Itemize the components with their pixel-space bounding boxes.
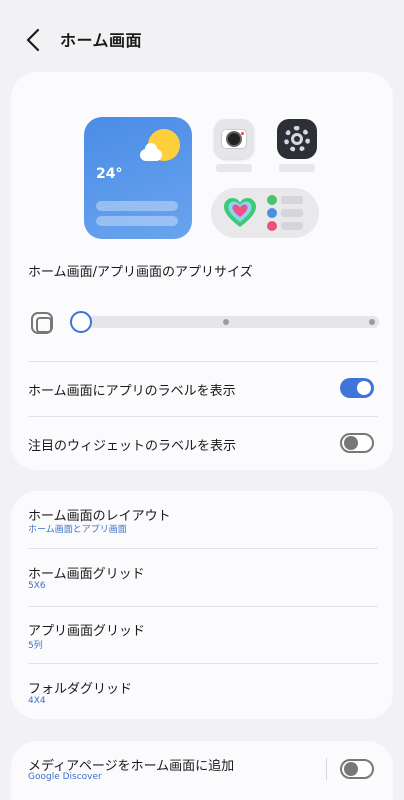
app-label-placeholder — [279, 164, 315, 172]
weather-placeholder-bar — [96, 216, 178, 226]
app-size-slider-thumb[interactable] — [70, 311, 92, 333]
weather-widget-preview: 24° — [84, 117, 192, 239]
divider — [326, 758, 327, 780]
home-grid-label[interactable]: ホーム画面グリッド — [28, 563, 145, 582]
heart-icon — [224, 198, 256, 227]
app-label-placeholder — [216, 164, 252, 172]
slider-tick — [223, 319, 229, 325]
show-app-labels-label: ホーム画面にアプリのラベルを表示 — [28, 384, 236, 399]
media-page-value: Google Discover — [28, 772, 102, 782]
steps-icon — [267, 208, 277, 218]
camera-app-icon — [214, 119, 254, 159]
divider — [28, 663, 378, 664]
show-widget-labels-label: 注目のウィジェットのラベルを表示 — [28, 439, 237, 454]
home-layout-value: ホーム画面とアプリ画面 — [28, 525, 127, 535]
apps-grid-label[interactable]: アプリ画面グリッド — [28, 620, 145, 639]
header: ホーム画面 — [0, 0, 404, 72]
folder-grid-label[interactable]: フォルダグリッド — [28, 678, 132, 697]
health-widget-preview — [211, 188, 319, 238]
app-size-label: ホーム画面/アプリ画面のアプリサイズ — [28, 265, 253, 280]
show-app-labels-toggle[interactable] — [340, 378, 374, 398]
media-page-toggle[interactable] — [340, 759, 374, 779]
folder-grid-value: 4X4 — [28, 696, 46, 706]
show-widget-labels-toggle[interactable] — [340, 433, 374, 453]
page-title: ホーム画面 — [60, 31, 143, 50]
cloud-icon — [140, 143, 162, 161]
app-size-slider-track[interactable] — [73, 316, 379, 328]
home-grid-value: 5X6 — [28, 581, 46, 591]
weather-placeholder-bar — [96, 201, 178, 211]
divider — [28, 361, 378, 362]
pencil-icon — [267, 195, 277, 205]
layout-settings-card: ホーム画面のレイアウト ホーム画面とアプリ画面 ホーム画面グリッド 5X6 アプ… — [11, 491, 393, 719]
apps-grid-value: 5列 — [28, 641, 43, 651]
app-size-card: 24° ホーム画面/アプリ画面のアプリサイズ ホーム画面にアプリのラベルを表示 … — [11, 72, 393, 470]
app-size-icon — [31, 312, 53, 334]
chevron-left-icon[interactable] — [22, 26, 46, 54]
divider — [28, 606, 378, 607]
divider — [28, 548, 378, 549]
divider — [28, 416, 378, 417]
slider-tick — [369, 319, 375, 325]
settings-app-icon — [277, 119, 317, 159]
media-page-card: メディアページをホーム画面に追加 Google Discover — [11, 741, 393, 800]
flame-icon — [267, 221, 277, 231]
weather-temp: 24° — [96, 166, 123, 182]
